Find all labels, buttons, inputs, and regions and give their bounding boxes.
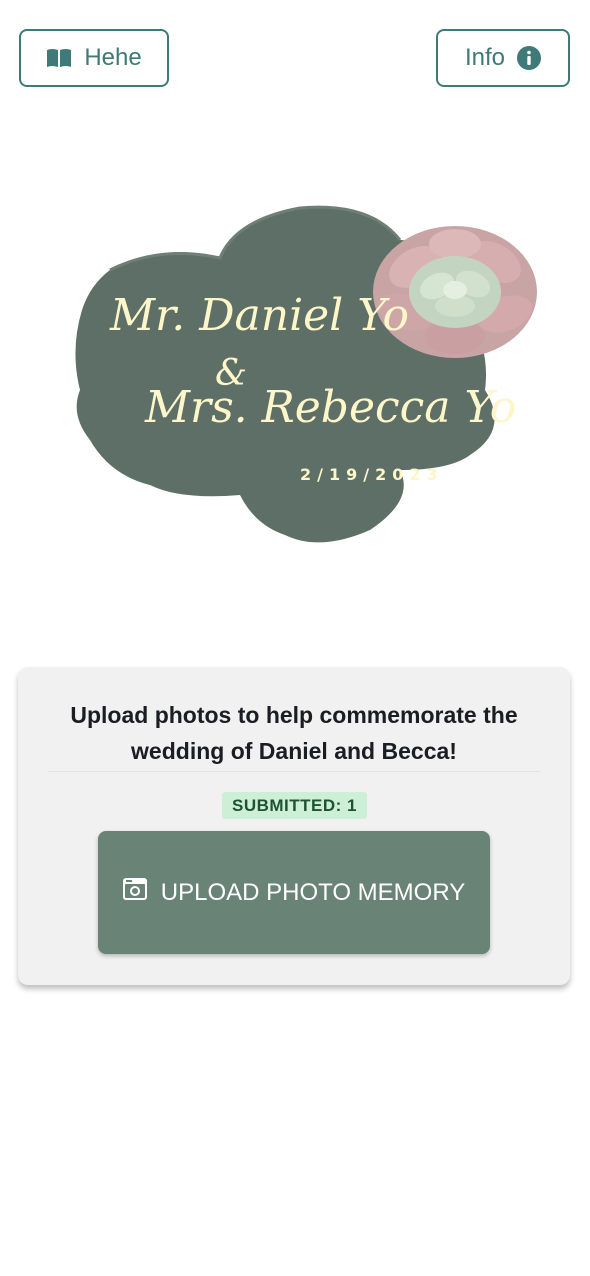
page: Hehe Info Mr. Daniel Yo & Mrs. Rebecca Y…	[0, 0, 590, 1276]
card-title: Upload photos to help commemorate the we…	[18, 697, 570, 769]
logo-line1: Mr. Daniel Yo	[109, 290, 409, 341]
book-open-icon	[46, 47, 72, 69]
camera-icon	[122, 878, 147, 907]
upload-card: Upload photos to help commemorate the we…	[18, 667, 570, 985]
upload-button-label: UPLOAD PHOTO MEMORY	[160, 878, 466, 906]
submitted-badge: SUBMITTED: 1	[222, 792, 367, 819]
logo-date: 2/19/2023	[300, 465, 444, 484]
info-button[interactable]: Info	[436, 29, 570, 87]
hehe-button-label: Hehe	[84, 44, 142, 71]
info-button-label: Info	[464, 44, 506, 71]
hehe-button[interactable]: Hehe	[19, 29, 169, 87]
card-divider	[48, 771, 540, 772]
card-title-line1: Upload photos to help commemorate the	[70, 702, 518, 728]
info-circle-icon	[517, 46, 542, 70]
card-title-line2: wedding of Daniel and Becca!	[131, 738, 457, 764]
upload-photo-memory-button[interactable]: UPLOAD PHOTO MEMORY	[98, 831, 490, 954]
wedding-logo: Mr. Daniel Yo & Mrs. Rebecca Yo 2/19/202…	[70, 200, 550, 560]
logo-line2: Mrs. Rebecca Yo	[144, 382, 516, 433]
